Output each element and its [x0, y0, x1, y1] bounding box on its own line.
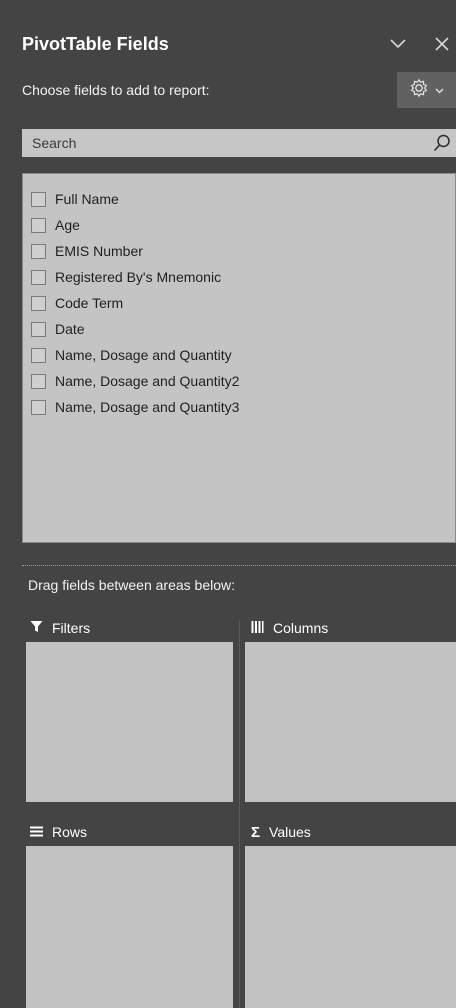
field-item[interactable]: Date: [23, 316, 455, 342]
sigma-icon: Σ: [251, 823, 261, 841]
section-divider[interactable]: [22, 565, 456, 566]
columns-label: Columns: [273, 620, 329, 636]
field-label: Name, Dosage and Quantity2: [55, 373, 240, 389]
rows-drop-area[interactable]: [26, 846, 233, 1008]
columns-drop-area[interactable]: [245, 642, 456, 802]
field-label: Age: [55, 217, 80, 233]
filter-icon: [30, 620, 43, 636]
area-splitter: [239, 620, 240, 1008]
filters-drop-area[interactable]: [26, 642, 233, 802]
field-label: EMIS Number: [55, 243, 143, 259]
rows-icon: [30, 824, 43, 840]
field-label: Date: [55, 321, 85, 337]
search-input[interactable]: [22, 129, 456, 157]
values-label: Values: [269, 824, 311, 840]
field-item[interactable]: Name, Dosage and Quantity3: [23, 394, 455, 420]
field-item[interactable]: Name, Dosage and Quantity: [23, 342, 455, 368]
filters-label: Filters: [52, 620, 91, 636]
field-label: Code Term: [55, 295, 124, 311]
filters-header: Filters: [30, 616, 90, 640]
columns-header: Columns: [251, 616, 328, 640]
field-checkbox[interactable]: [31, 321, 46, 337]
field-item[interactable]: Name, Dosage and Quantity2: [23, 368, 455, 394]
rows-header: Rows: [30, 820, 87, 844]
values-header: Σ Values: [251, 820, 311, 844]
search-box[interactable]: [22, 129, 456, 157]
field-item[interactable]: EMIS Number: [23, 238, 455, 264]
close-icon[interactable]: [431, 33, 453, 55]
field-label: Full Name: [55, 191, 119, 207]
field-label: Name, Dosage and Quantity3: [55, 399, 240, 415]
values-drop-area[interactable]: [245, 846, 456, 1008]
pane-title: PivotTable Fields: [22, 34, 169, 54]
field-label: Registered By's Mnemonic: [55, 269, 222, 285]
field-checkbox[interactable]: [31, 347, 46, 363]
field-checkbox[interactable]: [31, 269, 46, 285]
field-checkbox[interactable]: [31, 191, 46, 207]
field-item[interactable]: Full Name: [23, 186, 455, 212]
field-item[interactable]: Code Term: [23, 290, 455, 316]
tools-button[interactable]: [397, 72, 456, 108]
search-icon[interactable]: [432, 133, 452, 153]
drag-fields-label: Drag fields between areas below:: [28, 577, 236, 593]
columns-icon: [251, 620, 264, 636]
field-label: Name, Dosage and Quantity: [55, 347, 232, 363]
field-checkbox[interactable]: [31, 243, 46, 259]
field-checkbox[interactable]: [31, 295, 46, 311]
chevron-down-icon: [435, 81, 444, 99]
field-list[interactable]: Full Name Age EMIS Number Registered By's M…: [22, 173, 456, 543]
field-item[interactable]: Age: [23, 212, 455, 238]
field-checkbox[interactable]: [31, 399, 46, 415]
field-checkbox[interactable]: [31, 217, 46, 233]
chevron-down-icon[interactable]: [387, 33, 409, 55]
gear-icon: [409, 78, 429, 103]
rows-label: Rows: [52, 824, 88, 840]
field-item[interactable]: Registered By's Mnemonic: [23, 264, 455, 290]
field-checkbox[interactable]: [31, 373, 46, 389]
choose-fields-label: Choose fields to add to report:: [22, 82, 210, 98]
